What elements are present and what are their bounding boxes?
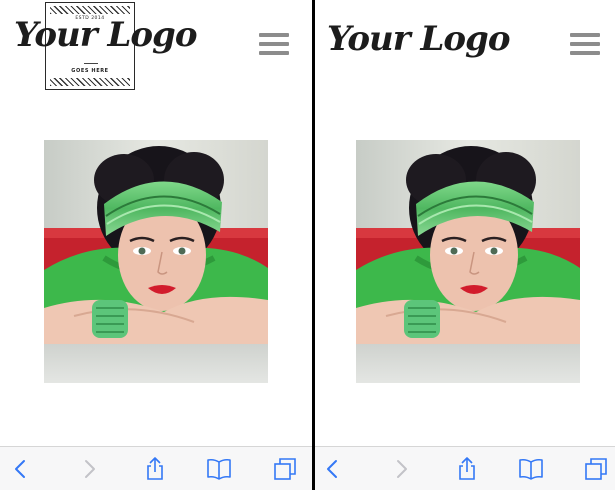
logo-text: Your Logo <box>327 19 510 59</box>
logo[interactable]: ESTD 2014 GOES HERE Your Logo <box>14 2 197 90</box>
badge-hatch-top <box>50 6 130 14</box>
tabs-icon[interactable] <box>583 457 609 481</box>
menu-bar-icon <box>570 42 600 46</box>
bookmarks-icon[interactable] <box>518 457 544 481</box>
hamburger-menu-button[interactable] <box>259 33 289 57</box>
menu-bar-icon <box>570 51 600 55</box>
left-screen: ESTD 2014 GOES HERE Your Logo <box>0 0 312 490</box>
badge-rule <box>84 63 98 64</box>
bookmarks-icon[interactable] <box>206 457 232 481</box>
logo[interactable]: Your Logo <box>327 22 510 56</box>
menu-bar-icon <box>259 33 289 37</box>
badge-hatch-bottom <box>50 78 130 86</box>
share-icon[interactable] <box>142 457 168 481</box>
badge-tagline: GOES HERE <box>71 68 109 74</box>
tabs-icon[interactable] <box>272 457 298 481</box>
browser-toolbar <box>0 446 312 490</box>
right-screen: Your Logo <box>315 0 615 490</box>
back-icon[interactable] <box>320 457 346 481</box>
hero-photo <box>356 140 580 383</box>
menu-bar-icon <box>259 51 289 55</box>
menu-bar-icon <box>259 42 289 46</box>
hero-photo <box>44 140 268 383</box>
forward-icon[interactable] <box>76 457 102 481</box>
browser-toolbar <box>315 446 615 490</box>
logo-text: Your Logo <box>14 15 197 55</box>
menu-bar-icon <box>570 33 600 37</box>
forward-icon[interactable] <box>388 457 414 481</box>
share-icon[interactable] <box>454 457 480 481</box>
back-icon[interactable] <box>8 457 34 481</box>
hamburger-menu-button[interactable] <box>570 33 600 57</box>
